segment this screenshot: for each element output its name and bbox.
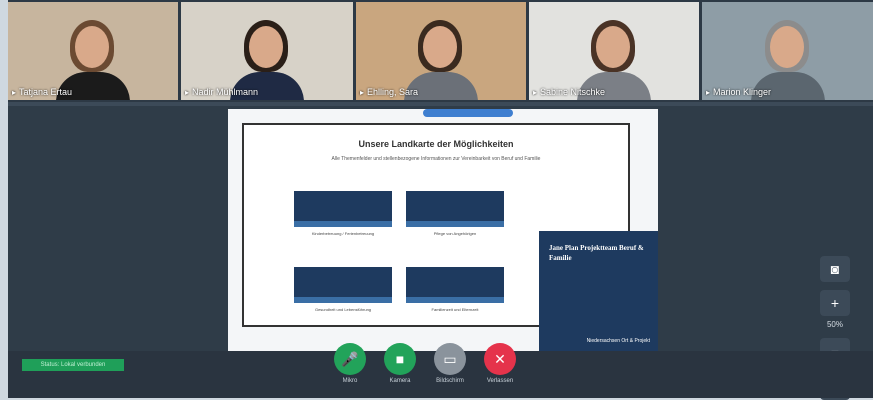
connection-status: Status: Lokal verbunden: [22, 359, 124, 371]
close-icon: ✕: [484, 343, 516, 375]
panel-title: Jane Plan Projektteam Beruf & Familie: [549, 244, 644, 262]
screen-share-icon: ▭: [434, 343, 466, 375]
participant-tile[interactable]: ▸ Nadir Mühlmann: [181, 2, 353, 100]
participant-name: ▸ Tatjana Ertau: [12, 87, 73, 97]
mic-icon: ▸: [533, 88, 538, 97]
participant-name: ▸ Ehlling, Sara: [360, 87, 419, 97]
thumbnail-caption: Familienzeit und Elternzeit: [431, 307, 479, 312]
shared-screen-stage: Unsere Landkarte der Möglichkeiten Alle …: [8, 106, 873, 400]
camera-icon[interactable]: ◙: [820, 256, 850, 282]
slide-thumbnail: [406, 191, 504, 227]
screen-share-button[interactable]: ▭ Bildschirm: [430, 343, 470, 384]
control-bar: Status: Lokal verbunden 🎤 Mikro ■ Kamera…: [8, 343, 873, 398]
participant-name: ▸ Marion Klinger: [706, 87, 772, 97]
zoom-level: 50%: [826, 320, 843, 329]
slide-thumbnail: [406, 267, 504, 303]
video-call-window: ▸ Tatjana Ertau ▸ Nadir Mühlmann ▸ Ehlling,…: [8, 0, 873, 400]
presenter-bar[interactable]: [423, 109, 513, 117]
participant-name: ▸ Nadir Mühlmann: [185, 87, 259, 97]
slide-title: Unsere Landkarte der Möglichkeiten: [358, 139, 514, 149]
mic-icon: ▸: [706, 88, 711, 97]
leave-button[interactable]: ✕ Verlassen: [480, 343, 520, 384]
mic-icon: ▸: [12, 88, 17, 97]
thumbnail-caption: Pflege von Angehörigen: [433, 231, 477, 236]
participant-name: ▸ Sabine Nitschke: [533, 87, 606, 97]
video-camera-icon: ■: [384, 343, 416, 375]
slide-thumbnail: [294, 267, 392, 303]
presentation-slide: Unsere Landkarte der Möglichkeiten Alle …: [228, 109, 658, 354]
slide-thumbnail: [294, 191, 392, 227]
mic-button[interactable]: 🎤 Mikro: [330, 343, 370, 384]
participant-tile[interactable]: ▸ Sabine Nitschke: [529, 2, 699, 100]
zoom-in-button[interactable]: +: [820, 290, 850, 316]
mic-icon: ▸: [185, 88, 190, 97]
slide-info-panel: Jane Plan Projektteam Beruf & Familie Ni…: [539, 231, 658, 354]
participant-tile[interactable]: ▸ Marion Klinger: [702, 2, 873, 100]
thumbnail-caption: Gesundheit und Lebensführung: [314, 307, 372, 312]
microphone-icon: 🎤: [334, 343, 366, 375]
participant-strip: ▸ Tatjana Ertau ▸ Nadir Mühlmann ▸ Ehlling,…: [8, 2, 873, 100]
thumbnail-caption: Kinderbetreuung / Ferienbetreuung: [311, 231, 375, 236]
panel-footer: Niedersachsen Ort & Projekt: [586, 338, 650, 344]
slide-subtitle: Alle Themenfelder und stellenbezogene In…: [331, 156, 541, 162]
camera-button[interactable]: ■ Kamera: [380, 343, 420, 384]
mic-icon: ▸: [360, 88, 365, 97]
control-label: Bildschirm: [436, 378, 464, 384]
control-label: Kamera: [389, 378, 411, 384]
participant-tile[interactable]: ▸ Tatjana Ertau: [8, 2, 178, 100]
control-label: Verlassen: [486, 378, 514, 384]
participant-tile[interactable]: ▸ Ehlling, Sara: [356, 2, 526, 100]
control-label: Mikro: [342, 378, 358, 384]
